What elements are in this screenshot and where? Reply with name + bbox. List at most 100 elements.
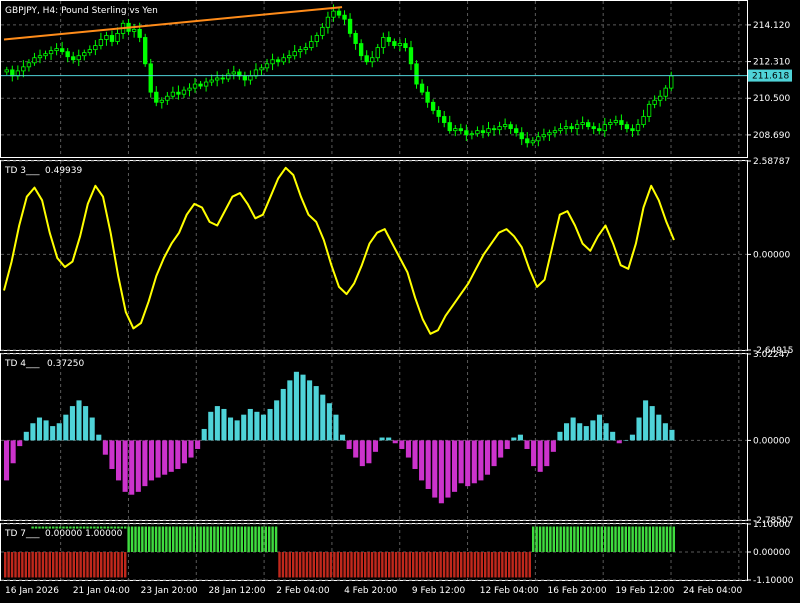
td7-bar (415, 552, 418, 578)
td7-bar (518, 552, 521, 578)
td7-bar (79, 552, 82, 578)
td7-axis-label: 0.00000 (753, 548, 790, 558)
td4-bar (596, 414, 603, 441)
chart-canvas[interactable]: 16 Jan 2026 21 Jan 04:00 23 Jan 20:00 28 Ja… (0, 0, 800, 600)
candle-body (652, 99, 657, 105)
td7-bar (607, 526, 610, 552)
candle-body (530, 140, 535, 144)
td7-bar (408, 552, 411, 578)
candle-body (502, 124, 508, 128)
td7-bar (604, 526, 607, 552)
td4-bar (129, 440, 135, 495)
td4-bar (379, 437, 385, 441)
candle-body (59, 48, 65, 53)
td7-bar (631, 526, 634, 552)
td7-bar (28, 552, 31, 578)
candle-body (586, 122, 591, 128)
td7-header: TD 7___ (4, 529, 40, 539)
td4-bar (333, 414, 339, 441)
x-axis-label: 12 Feb 04:00 (480, 586, 539, 596)
candle-body (21, 66, 26, 72)
td4-bar (221, 408, 227, 441)
candle-body (630, 128, 635, 132)
td3-header: TD 3___ (4, 166, 40, 176)
candle-body (364, 55, 369, 63)
td4-bar (564, 423, 570, 441)
td7-bar (562, 526, 566, 552)
td7-bar (466, 552, 470, 578)
td4-bar (135, 440, 141, 492)
td4-bar (181, 440, 187, 464)
td7-bar (511, 552, 514, 578)
td4-value: 0.37250 (47, 359, 84, 369)
td7-bar (254, 526, 257, 552)
td7-bar (93, 552, 96, 578)
td4-bar (50, 426, 56, 441)
x-axis-label: 19 Feb 12:00 (615, 586, 674, 596)
td7-bar (593, 526, 597, 552)
candle-body (392, 41, 397, 46)
chart-window[interactable]: 16 Jan 2026 21 Jan 04:00 23 Jan 20:00 28 Ja… (0, 0, 800, 600)
td7-bar (645, 526, 648, 552)
td4-bar (155, 440, 161, 478)
td7-bar (405, 552, 408, 578)
td7-bar (566, 526, 569, 552)
candle-body (159, 99, 164, 103)
td4-bar (570, 417, 576, 441)
candle-body (624, 124, 630, 130)
td7-bar (86, 552, 89, 578)
candle-body (453, 128, 458, 132)
candle-body (259, 67, 264, 71)
td3-axis-label: 2.58787 (753, 157, 790, 167)
td7-bar (655, 526, 658, 552)
td7-bar (312, 552, 315, 578)
td7-bar (237, 526, 240, 552)
td7-bar (573, 526, 576, 552)
td3-pane (0, 160, 748, 351)
td7-bar (377, 552, 381, 578)
td4-bar (267, 408, 273, 441)
td4-bar (544, 440, 550, 467)
td4-bar (504, 440, 510, 449)
candle-body (109, 35, 115, 42)
candle-body (148, 63, 153, 93)
td7-bar (436, 552, 439, 578)
td7-bar (305, 552, 309, 578)
x-axis-label: 4 Feb 20:00 (344, 586, 398, 596)
td7-bar (624, 526, 627, 552)
candle-body (215, 77, 220, 81)
td7-bar (199, 526, 202, 552)
td4-bar (392, 440, 398, 444)
candle-body (176, 91, 181, 95)
td7-bar (196, 526, 199, 552)
td7-bar (226, 526, 230, 552)
td4-bar (293, 371, 299, 441)
td7-bar (45, 552, 48, 578)
price-series (1, 4, 747, 148)
td7-bar (398, 552, 401, 578)
td7-bar (261, 526, 264, 552)
candle-body (242, 75, 248, 81)
td7-bar (65, 552, 69, 578)
td7-bar (96, 552, 99, 578)
candle-body (170, 91, 176, 97)
candle-body (580, 122, 585, 125)
candle-body (87, 49, 92, 54)
grid (1, 1, 747, 581)
candle-body (32, 57, 37, 64)
x-axis-label: 23 Jan 20:00 (141, 586, 198, 596)
td7-bar (106, 552, 110, 578)
x-axis-label: 28 Jan 12:00 (208, 586, 265, 596)
td7-bar (473, 552, 477, 578)
td4-axis-label: 0.00000 (753, 436, 790, 446)
td4-bar (10, 440, 16, 464)
candle-body (375, 47, 380, 59)
candle-body (181, 89, 187, 95)
td7-bar (453, 552, 456, 578)
td7-bar (17, 552, 21, 578)
td4-bar (669, 429, 675, 441)
candle-body (220, 77, 225, 80)
td4-bar (214, 406, 220, 441)
td7-bar (353, 552, 357, 578)
td7-bar (185, 526, 189, 552)
